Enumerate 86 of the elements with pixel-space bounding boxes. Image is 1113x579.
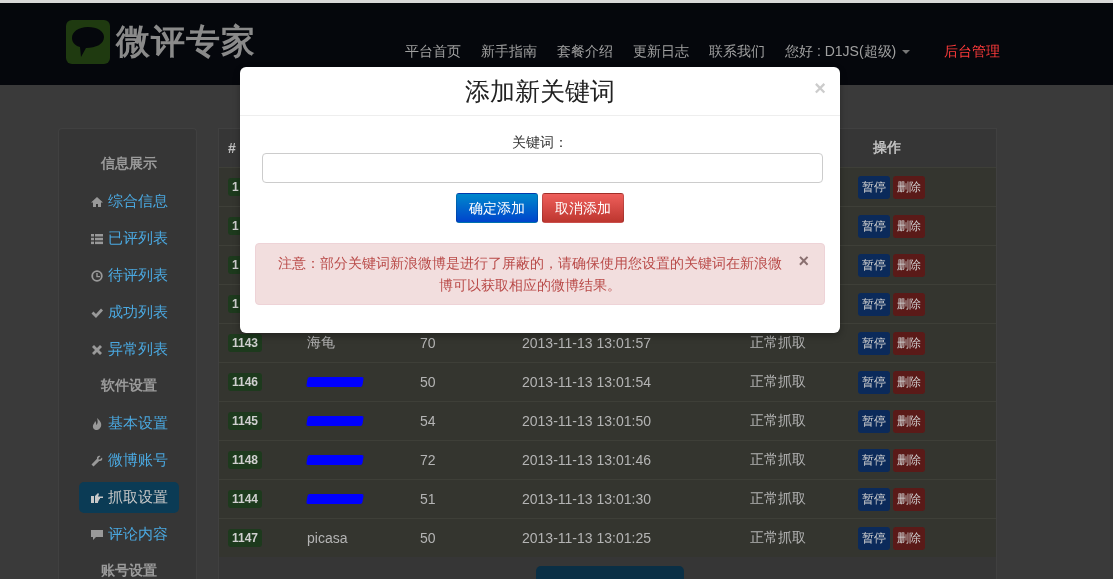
nav-link[interactable]: 更新日志 (623, 43, 699, 61)
pause-button[interactable]: 暂停 (858, 331, 890, 355)
close-button[interactable]: × (798, 251, 809, 272)
id-badge: 1144 (228, 490, 263, 508)
status-cell: 正常抓取 (750, 334, 806, 350)
keyword-cell: 海龟 (307, 334, 335, 350)
count-cell: 50 (420, 530, 436, 546)
admin-link[interactable]: 后台管理 (934, 43, 1011, 61)
nav-link[interactable]: 新手指南 (471, 43, 547, 61)
status-cell: 正常抓取 (750, 412, 806, 428)
count-cell: 70 (420, 335, 436, 351)
nav-link[interactable]: 套餐介绍 (547, 43, 623, 61)
column-header: # (228, 140, 236, 156)
sidebar-item[interactable]: 综合信息 (79, 186, 179, 217)
close-icon (90, 343, 103, 356)
time-cell: 2013-11-13 13:01:25 (522, 530, 651, 546)
nav-link[interactable]: 平台首页 (395, 43, 471, 61)
cancel-button[interactable]: 取消添加 (542, 193, 624, 223)
logo-text: 微评专家 (116, 21, 256, 62)
section-heading: 信息展示 (100, 154, 158, 173)
pause-button[interactable]: 暂停 (858, 292, 890, 316)
section-heading: 账号设置 (100, 561, 158, 578)
time-cell: 2013-11-13 13:01:54 (522, 374, 651, 390)
user-menu-link[interactable]: 您好 : D1JS(超级) (775, 43, 921, 61)
status-cell: 正常抓取 (750, 451, 806, 467)
clock-icon (90, 269, 103, 282)
sidebar-item[interactable]: 抓取设置 (79, 482, 179, 513)
keyword-input[interactable] (261, 153, 823, 183)
pause-button[interactable]: 暂停 (858, 526, 890, 550)
home-icon (90, 195, 103, 208)
id-badge: 1143 (228, 334, 263, 352)
sidebar-item[interactable]: 评论内容 (79, 519, 179, 550)
speech-bubble-logo-icon (66, 20, 110, 64)
field-label: 关键词： (512, 134, 568, 150)
confirm-button[interactable]: 确定添加 (456, 193, 538, 223)
sidebar-item[interactable]: 待评列表 (79, 260, 179, 291)
time-cell: 2013-11-13 13:01:50 (522, 413, 651, 429)
sidebar-item[interactable]: 微博账号 (79, 445, 179, 476)
id-badge: 1147 (228, 529, 263, 547)
delete-button[interactable]: 删除 (893, 214, 925, 238)
flame-icon (90, 417, 103, 430)
delete-button[interactable]: 删除 (893, 175, 925, 199)
pause-button[interactable]: 暂停 (858, 487, 890, 511)
pause-button[interactable]: 暂停 (858, 409, 890, 433)
status-cell: 正常抓取 (750, 529, 806, 545)
pause-button[interactable]: 暂停 (858, 448, 890, 472)
pause-button[interactable]: 暂停 (858, 370, 890, 394)
pointing-hand-icon (90, 491, 103, 504)
status-cell: 正常抓取 (750, 490, 806, 506)
time-cell: 2013-11-13 13:01:57 (522, 335, 651, 351)
time-cell: 2013-11-13 13:01:46 (522, 452, 651, 468)
time-cell: 2013-11-13 13:01:30 (522, 491, 651, 507)
delete-button[interactable]: 删除 (893, 253, 925, 277)
count-cell: 54 (420, 413, 436, 429)
pause-button[interactable]: 暂停 (858, 253, 890, 277)
count-cell: 50 (420, 374, 436, 390)
keyword-cell: picasa (307, 530, 348, 546)
list-icon (90, 232, 103, 245)
delete-button[interactable]: 删除 (893, 448, 925, 472)
pause-button[interactable]: 暂停 (858, 214, 890, 238)
sidebar-item[interactable]: 基本设置 (79, 408, 179, 439)
checkmark-icon (90, 306, 103, 319)
caret-icon (902, 50, 911, 54)
section-heading: 软件设置 (100, 376, 158, 395)
sidebar-item[interactable]: 异常列表 (79, 334, 179, 365)
count-cell: 51 (420, 491, 436, 507)
id-badge: 1145 (228, 412, 263, 430)
speech-bubble-icon (90, 528, 103, 541)
delete-button[interactable]: 删除 (893, 487, 925, 511)
id-badge: 1148 (228, 451, 263, 469)
sidebar-item[interactable]: 成功列表 (79, 297, 179, 328)
delete-button[interactable]: 删除 (893, 409, 925, 433)
column-header: 操作 (873, 139, 901, 157)
alert-text: 注意：部分关键词新浪微博是进行了屏蔽的，请确保使用您设置的关键词在新浪微博可以获取相应的微博结果。 (276, 254, 783, 295)
status-cell: 正常抓取 (750, 373, 806, 389)
sidebar-item[interactable]: 已评列表 (79, 223, 179, 254)
nav-link[interactable]: 联系我们 (699, 43, 775, 61)
delete-button[interactable]: 删除 (893, 292, 925, 316)
id-badge: 1146 (228, 373, 263, 391)
delete-button[interactable]: 删除 (893, 331, 925, 355)
delete-button[interactable]: 删除 (893, 526, 925, 550)
delete-button[interactable]: 删除 (893, 370, 925, 394)
dialog-title: 添加新关键词 (465, 76, 615, 107)
count-cell: 72 (420, 452, 436, 468)
pause-button[interactable]: 暂停 (858, 175, 890, 199)
wrench-icon (90, 454, 103, 467)
